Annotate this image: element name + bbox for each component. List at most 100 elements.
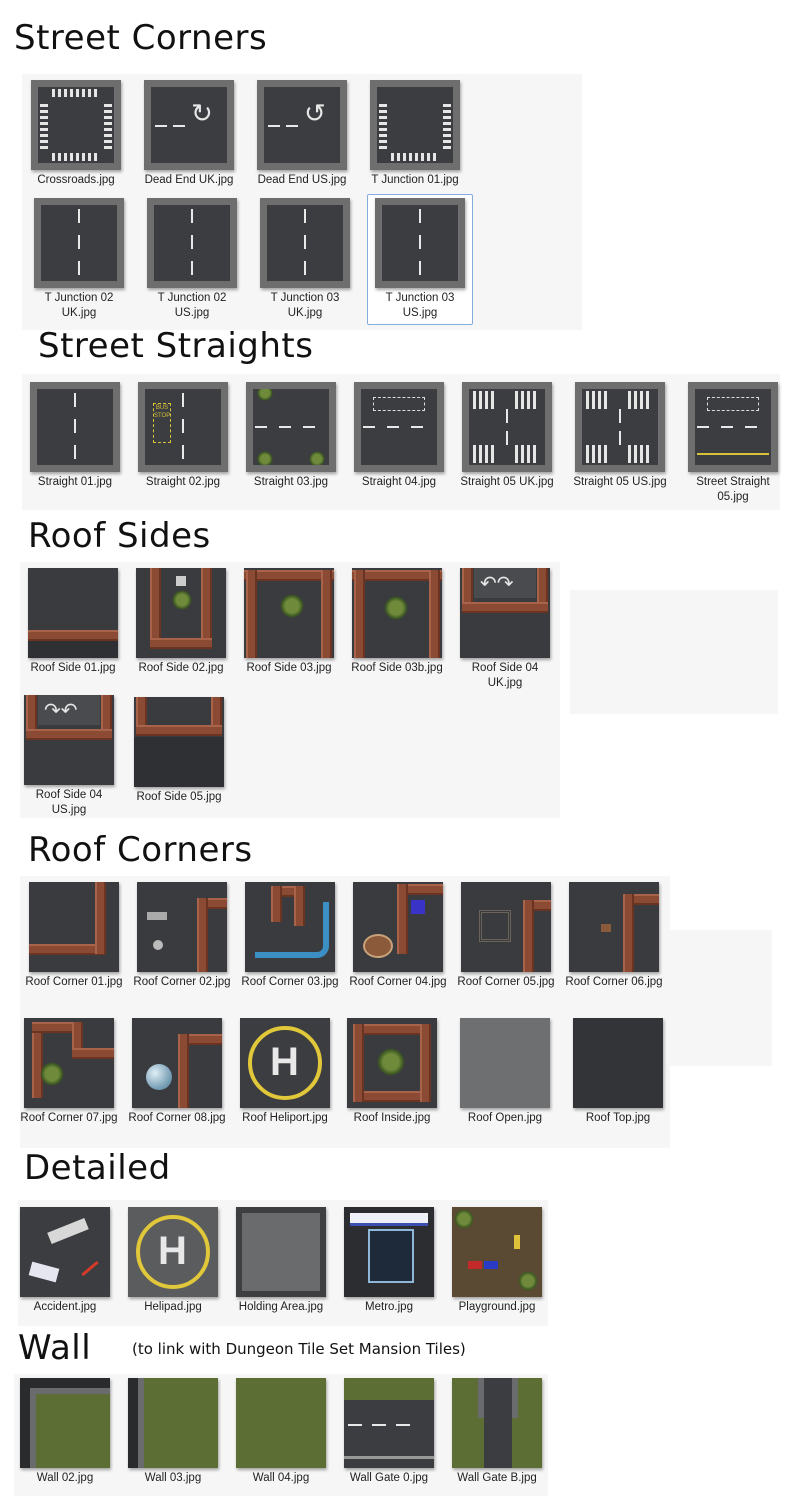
file-label: Helipad.jpg xyxy=(144,1301,202,1313)
thumbnail xyxy=(573,1018,663,1108)
file-item[interactable]: T Junction 03 UK.jpg xyxy=(253,198,357,321)
file-label: Wall Gate 0.jpg xyxy=(349,1472,429,1484)
file-label: Dead End US.jpg xyxy=(257,174,347,186)
file-label: Roof Side 02.jpg xyxy=(138,662,224,674)
thumbnail xyxy=(134,697,224,787)
file-item[interactable]: Wall 02.jpg xyxy=(13,1378,117,1486)
file-item[interactable]: H Roof Heliport.jpg xyxy=(233,1018,337,1126)
file-item[interactable]: Roof Side 03b.jpg xyxy=(345,568,449,676)
thumbnail xyxy=(460,1018,550,1108)
thumbnail: ↶↷ xyxy=(460,568,550,658)
file-item[interactable]: Straight 04.jpg xyxy=(347,382,451,490)
file-label: Wall 02.jpg xyxy=(36,1472,94,1484)
file-item[interactable]: Playground.jpg xyxy=(445,1207,549,1315)
file-item[interactable]: Wall 04.jpg xyxy=(229,1378,333,1486)
file-label: Roof Heliport.jpg xyxy=(242,1112,328,1124)
thumbnail xyxy=(136,568,226,658)
bus-stop-marking: BUS STOP xyxy=(153,403,171,443)
roof-sides-panel-extra xyxy=(570,590,778,714)
file-item[interactable]: Straight 05 US.jpg xyxy=(568,382,672,490)
thumbnail xyxy=(28,568,118,658)
file-item[interactable]: Roof Side 01.jpg xyxy=(21,568,125,676)
file-label: Roof Corner 03.jpg xyxy=(241,976,339,988)
file-item[interactable]: ↻ Dead End UK.jpg xyxy=(137,80,241,188)
file-label: Holding Area.jpg xyxy=(238,1301,324,1313)
file-item[interactable]: Roof Side 05.jpg xyxy=(127,697,231,805)
file-item[interactable]: Roof Corner 04.jpg xyxy=(346,882,450,990)
file-label: Roof Side 05.jpg xyxy=(136,791,222,803)
file-item[interactable]: Roof Corner 05.jpg xyxy=(454,882,558,990)
u-turn-arrow-icon: ↺ xyxy=(304,99,326,129)
file-item[interactable]: Roof Corner 07.jpg xyxy=(17,1018,121,1126)
thumbnail xyxy=(347,1018,437,1108)
roof-corners-panel-extra xyxy=(670,930,772,1066)
file-label: Straight 02.jpg xyxy=(145,476,221,488)
helipad-h: H xyxy=(158,1229,187,1273)
thumbnail xyxy=(353,882,443,972)
thumbnail xyxy=(462,382,552,472)
file-item[interactable]: Street Straight 05.jpg xyxy=(681,382,785,505)
u-turn-arrow-icon: ↻ xyxy=(191,99,213,129)
thumbnail xyxy=(344,1207,434,1297)
thumbnail: ↻ xyxy=(144,80,234,170)
file-item[interactable]: Wall Gate 0.jpg xyxy=(337,1378,441,1486)
thumbnail xyxy=(244,568,334,658)
file-item[interactable]: Roof Side 03.jpg xyxy=(237,568,341,676)
file-item[interactable]: Roof Corner 03.jpg xyxy=(238,882,342,990)
file-label: Roof Side 01.jpg xyxy=(30,662,116,674)
file-label: Wall 04.jpg xyxy=(252,1472,310,1484)
file-item[interactable]: BUS STOP Straight 02.jpg xyxy=(131,382,235,490)
file-item[interactable]: Roof Corner 02.jpg xyxy=(130,882,234,990)
curved-arrow-icon: ↶↷ xyxy=(480,571,514,595)
thumbnail xyxy=(688,382,778,472)
file-item[interactable]: Roof Corner 08.jpg xyxy=(125,1018,229,1126)
file-item[interactable]: Straight 05 UK.jpg xyxy=(455,382,559,490)
file-item[interactable]: Wall 03.jpg xyxy=(121,1378,225,1486)
file-item[interactable]: Roof Top.jpg xyxy=(566,1018,670,1126)
file-item[interactable]: ↺ Dead End US.jpg xyxy=(250,80,354,188)
thumbnail xyxy=(128,1378,218,1468)
file-item-selected[interactable]: T Junction 03 US.jpg xyxy=(367,194,473,325)
file-item[interactable]: Roof Corner 01.jpg xyxy=(22,882,126,990)
file-item[interactable]: Straight 01.jpg xyxy=(23,382,127,490)
file-label: Roof Side 03b.jpg xyxy=(351,662,443,674)
file-item[interactable]: Roof Open.jpg xyxy=(453,1018,557,1126)
file-label: Wall 03.jpg xyxy=(144,1472,202,1484)
file-label: Roof Corner 06.jpg xyxy=(565,976,663,988)
file-label: T Junction 01.jpg xyxy=(371,174,459,186)
thumbnail xyxy=(31,80,121,170)
thumbnail xyxy=(569,882,659,972)
file-item[interactable]: Wall Gate B.jpg xyxy=(445,1378,549,1486)
file-label: Dead End UK.jpg xyxy=(144,174,234,186)
file-item[interactable]: Crossroads.jpg xyxy=(24,80,128,188)
wall-note: (to link with Dungeon Tile Set Mansion T… xyxy=(132,1340,466,1358)
file-label: Crossroads.jpg xyxy=(37,174,115,186)
thumbnail xyxy=(461,882,551,972)
file-item[interactable]: Accident.jpg xyxy=(13,1207,117,1315)
file-item[interactable]: Roof Side 02.jpg xyxy=(129,568,233,676)
file-item[interactable]: T Junction 02 UK.jpg xyxy=(27,198,131,321)
thumbnail xyxy=(375,198,465,288)
file-item[interactable]: Metro.jpg xyxy=(337,1207,441,1315)
file-label: Wall Gate B.jpg xyxy=(457,1472,537,1484)
thumbnail xyxy=(575,382,665,472)
file-item[interactable]: T Junction 01.jpg xyxy=(363,80,467,188)
file-item[interactable]: T Junction 02 US.jpg xyxy=(140,198,244,321)
file-item[interactable]: ↶↷ Roof Side 04 UK.jpg xyxy=(453,568,557,691)
section-title-wall: Wall xyxy=(18,1328,92,1368)
thumbnail xyxy=(29,882,119,972)
file-label: Straight 04.jpg xyxy=(361,476,437,488)
file-label: T Junction 02 US.jpg xyxy=(157,292,227,319)
file-item[interactable]: Roof Corner 06.jpg xyxy=(562,882,666,990)
thumbnail: H xyxy=(128,1207,218,1297)
file-label: T Junction 03 US.jpg xyxy=(385,292,455,319)
section-title-street-straights: Street Straights xyxy=(38,326,314,366)
thumbnail xyxy=(260,198,350,288)
file-item[interactable]: Holding Area.jpg xyxy=(229,1207,333,1315)
file-item[interactable]: Roof Inside.jpg xyxy=(340,1018,444,1126)
file-item[interactable]: Straight 03.jpg xyxy=(239,382,343,490)
thumbnail xyxy=(30,382,120,472)
thumbnail xyxy=(452,1378,542,1468)
file-item[interactable]: H Helipad.jpg xyxy=(121,1207,225,1315)
file-item[interactable]: ↷↶ Roof Side 04 US.jpg xyxy=(17,695,121,818)
